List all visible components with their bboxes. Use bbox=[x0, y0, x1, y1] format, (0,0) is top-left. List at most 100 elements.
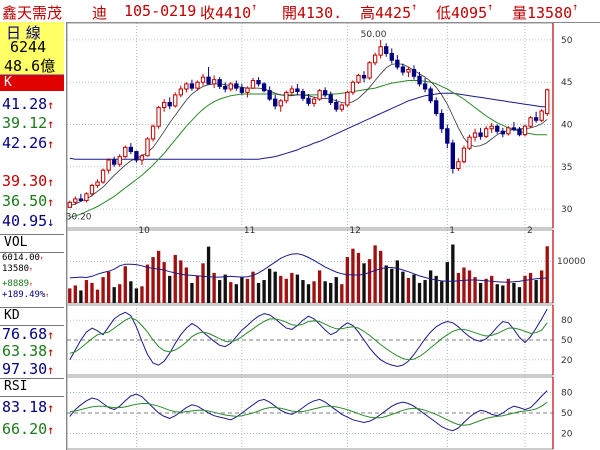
volume-bar bbox=[323, 281, 327, 303]
candle-body bbox=[522, 125, 528, 136]
volume-bar bbox=[395, 260, 399, 303]
candle-body bbox=[117, 156, 122, 165]
candle-body bbox=[184, 83, 189, 90]
volume-bar bbox=[467, 270, 472, 303]
volume-bar bbox=[356, 252, 361, 303]
candle-body bbox=[239, 87, 245, 93]
volume-bar bbox=[262, 280, 266, 303]
volume-bar bbox=[329, 282, 333, 303]
volume-bar bbox=[256, 282, 261, 303]
candle-body bbox=[189, 83, 195, 89]
volume-bar bbox=[218, 280, 222, 303]
candle-body bbox=[395, 59, 400, 68]
candle-body bbox=[428, 88, 433, 102]
candle-body bbox=[300, 91, 306, 99]
volume-bar bbox=[390, 268, 394, 303]
candle-body bbox=[145, 138, 150, 157]
candle-body bbox=[261, 83, 267, 92]
y-tick-label: 50 bbox=[561, 36, 573, 46]
volume-bar bbox=[295, 274, 300, 303]
candle-body bbox=[434, 100, 439, 115]
volume-bar bbox=[345, 257, 350, 303]
volume-bar bbox=[101, 277, 105, 303]
volume-bar bbox=[229, 282, 233, 303]
candle-body bbox=[161, 102, 167, 109]
volume-bar bbox=[384, 265, 388, 303]
candle-body bbox=[456, 161, 461, 169]
candle-body bbox=[289, 88, 295, 93]
x-tick-label: 11 bbox=[244, 226, 255, 236]
candle-body bbox=[483, 128, 489, 137]
volume-bar bbox=[273, 271, 277, 303]
candle-body bbox=[223, 85, 228, 90]
chart-panel-0 bbox=[66, 22, 554, 229]
volume-bar bbox=[423, 280, 427, 303]
candle-body bbox=[167, 102, 172, 107]
candle-body bbox=[106, 159, 111, 171]
y-tick-label: 30 bbox=[561, 205, 573, 215]
candle-body bbox=[78, 198, 84, 202]
candle-body bbox=[322, 90, 328, 96]
volume-bar bbox=[501, 285, 505, 303]
volume-bar bbox=[206, 246, 211, 303]
candle-body bbox=[284, 91, 289, 102]
candle-body bbox=[273, 98, 278, 107]
volume-bar bbox=[456, 272, 461, 303]
volume-bar bbox=[234, 284, 238, 303]
rsi-tick-label: 80 bbox=[561, 389, 573, 399]
candle-body bbox=[134, 151, 139, 161]
candle-body bbox=[178, 88, 183, 96]
candle-body bbox=[150, 125, 156, 140]
volume-bar bbox=[517, 287, 522, 303]
candle-body bbox=[445, 128, 450, 144]
candle-body bbox=[339, 104, 344, 110]
stock-chart: 10 11 12 1 2303540455050.0030.20100002050802… bbox=[66, 22, 586, 450]
rsi-tick-label: 20 bbox=[561, 429, 573, 439]
volume-bar bbox=[106, 271, 111, 303]
candle-body bbox=[533, 117, 539, 121]
volume-bar bbox=[90, 282, 94, 303]
candle-body bbox=[73, 198, 78, 203]
candle-body bbox=[267, 90, 272, 100]
volume-bar bbox=[490, 275, 494, 303]
candle-body bbox=[295, 88, 300, 93]
volume-bar bbox=[445, 262, 449, 303]
candle-body bbox=[128, 146, 134, 153]
volume-bar bbox=[478, 282, 483, 303]
volume-bar bbox=[140, 286, 144, 303]
x-tick-label: 1 bbox=[449, 226, 455, 236]
volume-bar bbox=[84, 280, 89, 303]
candle-body bbox=[112, 159, 117, 165]
volume-bar bbox=[462, 267, 466, 303]
candle-body bbox=[250, 80, 256, 89]
candle-body bbox=[317, 90, 322, 100]
volume-bar bbox=[317, 270, 322, 303]
candle-body bbox=[517, 129, 522, 136]
volume-bar bbox=[284, 278, 288, 303]
candle-body bbox=[422, 83, 428, 90]
candle-body bbox=[439, 113, 444, 130]
candle-body bbox=[545, 89, 550, 115]
kd-tick-label: 80 bbox=[561, 316, 573, 326]
candle-body bbox=[361, 74, 367, 79]
candle-body bbox=[472, 132, 478, 138]
volume-bar bbox=[406, 277, 411, 303]
x-tick-label: 10 bbox=[138, 226, 150, 236]
volume-bar bbox=[545, 246, 549, 303]
high-annotation: 50.00 bbox=[361, 30, 387, 40]
candle-body bbox=[356, 74, 361, 83]
candle-body bbox=[211, 79, 217, 85]
volume-bar bbox=[73, 285, 77, 303]
candle-body bbox=[228, 83, 233, 90]
candle-body bbox=[173, 94, 178, 107]
candle-body bbox=[156, 107, 161, 127]
y-tick-label: 35 bbox=[561, 163, 572, 173]
candle-body bbox=[123, 146, 128, 158]
candle-body bbox=[367, 62, 372, 79]
volume-bar bbox=[118, 284, 122, 303]
volume-bar bbox=[179, 260, 183, 303]
candle-body bbox=[350, 81, 356, 93]
candle-body bbox=[139, 155, 145, 161]
candle-body bbox=[217, 79, 222, 87]
candle-body bbox=[245, 87, 250, 93]
